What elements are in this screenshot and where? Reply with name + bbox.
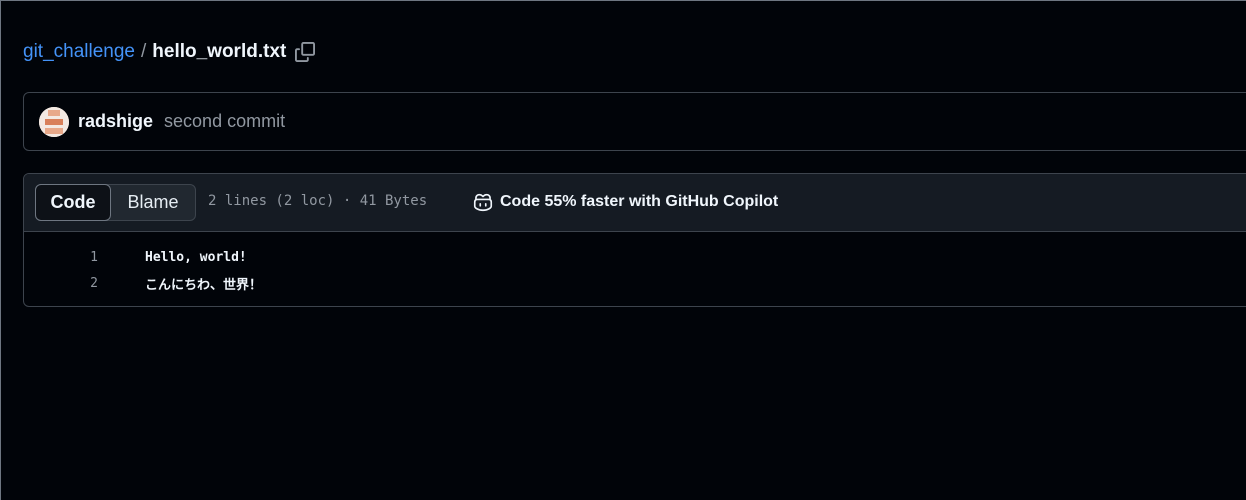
tab-blame[interactable]: Blame: [111, 185, 195, 220]
breadcrumb: git_challenge / hello_world.txt: [23, 39, 316, 65]
page: git_challenge / hello_world.txt radshige…: [0, 0, 1246, 500]
copy-icon: [295, 42, 316, 62]
file-viewer: Code Blame 2 lines (2 loc) · 41 Bytes Co…: [23, 173, 1246, 307]
latest-commit-box: radshige second commit: [23, 92, 1246, 151]
file-info: 2 lines (2 loc) · 41 Bytes: [208, 193, 428, 209]
copilot-promo-link[interactable]: Code 55% faster with GitHub Copilot: [472, 191, 778, 213]
copilot-promo-text: Code 55% faster with GitHub Copilot: [500, 193, 779, 210]
line-number[interactable]: 1: [24, 250, 98, 265]
breadcrumb-repo-link[interactable]: git_challenge: [23, 41, 135, 63]
tab-code[interactable]: Code: [35, 184, 111, 221]
copy-path-button[interactable]: [295, 42, 316, 62]
file-header: Code Blame 2 lines (2 loc) · 41 Bytes Co…: [24, 174, 1246, 232]
copilot-icon: [472, 191, 494, 213]
line-content: Hello, world!: [145, 249, 247, 265]
commit-message-link[interactable]: second commit: [164, 111, 285, 132]
breadcrumb-separator: /: [140, 41, 147, 62]
avatar[interactable]: [39, 106, 69, 137]
code-line: 2 こんにちわ、世界！: [24, 270, 1246, 296]
view-mode-toggle: Code Blame: [35, 184, 196, 221]
line-content: こんにちわ、世界！: [145, 277, 263, 293]
breadcrumb-file-name: hello_world.txt: [152, 41, 287, 62]
commit-author-link[interactable]: radshige: [78, 111, 153, 132]
line-number[interactable]: 2: [24, 276, 98, 291]
code-area: 1 Hello, world! 2 こんにちわ、世界！: [24, 244, 1246, 296]
code-line: 1 Hello, world!: [24, 244, 1246, 270]
